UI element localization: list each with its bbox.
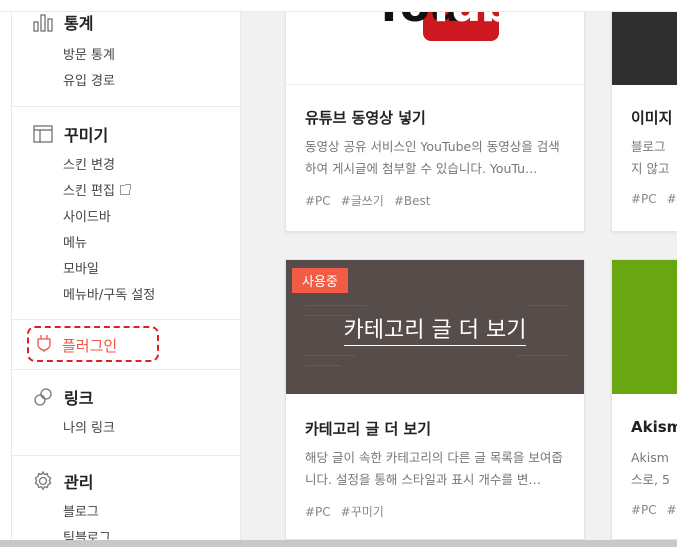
- card-title: 카테고리 글 더 보기: [305, 420, 432, 438]
- sidebar-item-mobile[interactable]: 모바일: [63, 258, 99, 277]
- card-thumbnail: [612, 0, 677, 85]
- sidebar-item-menubar-subscribe[interactable]: 메뉴바/구독 설정: [63, 284, 155, 303]
- sidebar-item-skin-edit[interactable]: 스킨 편집: [63, 180, 131, 199]
- sidebar-title-manage[interactable]: 관리: [64, 469, 93, 493]
- card-tags: #PC #: [631, 503, 677, 517]
- admin-sidebar: 통계 방문 통계 유입 경로 꾸미기 스킨 변경 스킨 편집 사이드바 메뉴 모…: [11, 0, 241, 540]
- link-icon: [32, 386, 54, 408]
- sidebar-item-menu[interactable]: 메뉴: [63, 232, 87, 251]
- sidebar-item-my-links[interactable]: 나의 링크: [63, 417, 115, 436]
- sidebar-item-referrers[interactable]: 유입 경로: [63, 70, 115, 89]
- youtube-logo: You Tube: [286, 0, 584, 85]
- in-use-badge: 사용중: [292, 268, 348, 293]
- tag[interactable]: #PC: [305, 505, 331, 519]
- sidebar-item-sidebar[interactable]: 사이드바: [63, 206, 111, 225]
- tag[interactable]: #Best: [394, 194, 431, 208]
- sidebar-title-stats[interactable]: 통계: [64, 10, 93, 34]
- sidebar-section-stats: 통계 방문 통계 유입 경로: [12, 0, 240, 107]
- thumbnail-caption: 카테고리 글 더 보기: [286, 312, 584, 346]
- tag[interactable]: #꾸미기: [341, 505, 384, 519]
- sidebar-item-visit-stats[interactable]: 방문 통계: [63, 44, 115, 63]
- bar-chart-icon: [32, 11, 54, 33]
- card-title: 이미지: [631, 109, 673, 127]
- card-description: 블로그 지 않고: [631, 139, 670, 176]
- card-description: 해당 글이 속한 카테고리의 다른 글 목록을 보여줍니다. 설정을 통해 스타…: [305, 450, 563, 487]
- tag[interactable]: #PC: [631, 192, 657, 206]
- card-tags: #PC #: [631, 192, 677, 206]
- card-tags: #PC #꾸미기: [305, 503, 394, 520]
- horizontal-scrollbar[interactable]: [0, 540, 677, 547]
- card-thumbnail: You Tube: [286, 0, 584, 85]
- layout-icon: [32, 123, 54, 145]
- card-thumbnail: [612, 260, 677, 394]
- sidebar-section-links: 링크 나의 링크: [12, 370, 240, 456]
- card-title: 유튜브 동영상 넣기: [305, 109, 426, 127]
- sidebar-title-links[interactable]: 링크: [64, 385, 93, 409]
- plugin-card-akismet[interactable]: Akism Akism 스로, 5 #PC #: [611, 259, 677, 540]
- sidebar-item-blog[interactable]: 블로그: [63, 501, 99, 520]
- tag[interactable]: #글쓰기: [341, 194, 384, 208]
- sidebar-item-skin-change[interactable]: 스킨 변경: [63, 154, 115, 173]
- tag[interactable]: #PC: [305, 194, 331, 208]
- top-bar: [0, 0, 677, 12]
- tag[interactable]: #: [667, 192, 677, 206]
- sidebar-section-manage: 관리 블로그 팀블로그: [12, 456, 240, 540]
- plugin-card-category-more[interactable]: 사용중 카테고리 글 더 보기 카테고리 글 더 보기 해당 글이 속한 카테고…: [285, 259, 585, 540]
- card-title: Akism: [631, 418, 677, 436]
- plugin-card-youtube[interactable]: You Tube 유튜브 동영상 넣기 동영상 공유 서비스인 YouTube의…: [285, 0, 585, 232]
- plugin-card-image[interactable]: 이미지 블로그 지 않고 #PC #: [611, 0, 677, 232]
- external-link-icon: [119, 184, 131, 195]
- sidebar-title-decorate[interactable]: 꾸미기: [64, 122, 108, 146]
- gear-icon: [32, 470, 54, 492]
- card-description: Akism 스로, 5: [631, 450, 670, 487]
- tag[interactable]: #PC: [631, 503, 657, 517]
- tag[interactable]: #: [667, 503, 677, 517]
- plugin-grid: You Tube 유튜브 동영상 넣기 동영상 공유 서비스인 YouTube의…: [241, 0, 677, 540]
- card-tags: #PC #글쓰기 #Best: [305, 192, 441, 209]
- plug-icon: [34, 333, 54, 353]
- sidebar-title-plugin[interactable]: 플러그인: [62, 335, 117, 356]
- card-description: 동영상 공유 서비스인 YouTube의 동영상을 검색하여 게시글에 첨부할 …: [305, 139, 560, 176]
- sidebar-item-team-blog[interactable]: 팀블로그: [63, 527, 111, 540]
- sidebar-section-decorate: 꾸미기 스킨 변경 스킨 편집 사이드바 메뉴 모바일 메뉴바/구독 설정: [12, 107, 240, 320]
- card-thumbnail: 사용중 카테고리 글 더 보기: [286, 260, 584, 394]
